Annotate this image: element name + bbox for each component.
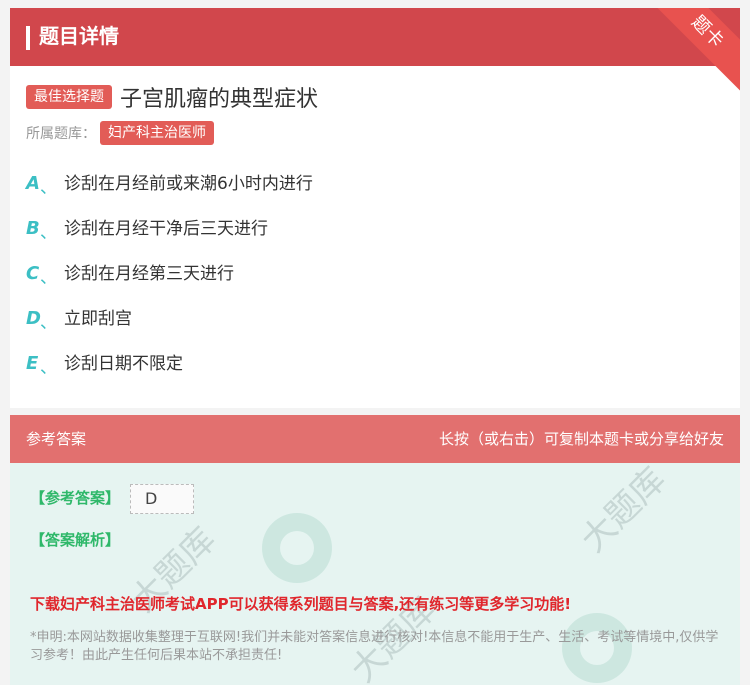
option-separator: 、 <box>40 178 57 198</box>
option-separator: 、 <box>40 313 57 333</box>
answer-section-title: 参考答案 <box>26 430 87 448</box>
category-label: 所属题库： <box>26 126 96 142</box>
option-d[interactable]: D 、 立即刮宫 <box>26 308 313 353</box>
question-text: 子宫肌瘤的典型症状 <box>120 87 319 112</box>
header-accent-bar <box>26 26 30 50</box>
option-letter: A <box>26 173 40 194</box>
question-line: 最佳选择题 子宫肌瘤的典型症状 <box>26 80 318 114</box>
card-header: 题目详情 <box>10 8 740 66</box>
option-text: 诊刮在月经第三天进行 <box>64 264 234 284</box>
answer-value: D <box>130 484 194 514</box>
option-a[interactable]: A 、 诊刮在月经前或来潮6小时内进行 <box>26 173 313 218</box>
option-letter: B <box>26 218 40 239</box>
question-card: 题目详情 题卡 最佳选择题 子宫肌瘤的典型症状 所属题库： 妇产科主治医师 A … <box>10 8 740 408</box>
option-letter: D <box>26 308 41 329</box>
option-b[interactable]: B 、 诊刮在月经干净后三天进行 <box>26 218 313 263</box>
watermark-logo-icon <box>262 513 332 583</box>
app-download-promo[interactable]: 下载妇产科主治医师考试APP可以获得系列题目与答案,还有练习等更多学习功能! <box>30 593 571 614</box>
option-text: 诊刮在月经前或来潮6小时内进行 <box>64 174 313 194</box>
category-line: 所属题库： 妇产科主治医师 <box>26 121 214 145</box>
answer-section-header: 参考答案 长按（或右击）可复制本题卡或分享给好友 <box>10 415 740 463</box>
page-title: 题目详情 <box>39 24 119 48</box>
option-letter: C <box>26 263 40 284</box>
option-c[interactable]: C 、 诊刮在月经第三天进行 <box>26 263 313 308</box>
category-tag[interactable]: 妇产科主治医师 <box>100 121 214 145</box>
option-letter: E <box>26 353 39 374</box>
answer-label: 【参考答案】 <box>30 489 121 507</box>
option-text: 立即刮宫 <box>64 309 132 329</box>
options-list: A 、 诊刮在月经前或来潮6小时内进行 B 、 诊刮在月经干净后三天进行 C 、… <box>26 173 313 398</box>
answer-section-body: 大题库 大题库 大题库 【参考答案】 D 【答案解析】 下载妇产科主治医师考试A… <box>10 463 740 685</box>
option-separator: 、 <box>40 223 57 243</box>
option-text: 诊刮在月经干净后三天进行 <box>64 219 268 239</box>
copy-share-hint: 长按（或右击）可复制本题卡或分享给好友 <box>438 430 724 448</box>
question-type-tag: 最佳选择题 <box>26 85 112 109</box>
option-e[interactable]: E 、 诊刮日期不限定 <box>26 353 313 398</box>
disclaimer-text: *申明:本网站数据收集整理于互联网!我们并未能对答案信息进行核对!本信息不能用于… <box>30 630 719 663</box>
option-separator: 、 <box>40 358 57 378</box>
analysis-label: 【答案解析】 <box>30 531 121 549</box>
option-text: 诊刮日期不限定 <box>64 354 183 374</box>
watermark-text: 大题库 <box>573 463 674 561</box>
option-separator: 、 <box>40 268 57 288</box>
